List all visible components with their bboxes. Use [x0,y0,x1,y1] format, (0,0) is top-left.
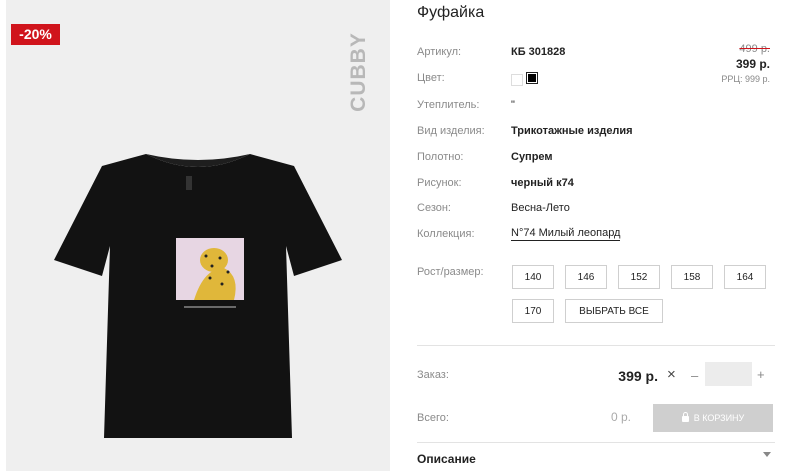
color-swatch-black[interactable] [526,72,538,84]
attr-label-collection: Коллекция: [417,228,475,240]
brand-logo: CUBBY [346,32,372,112]
order-price: 399 р. [618,368,658,384]
price-old: 499 р. [739,43,770,55]
attr-label-season: Сезон: [417,202,451,214]
times-icon: × [667,366,676,383]
attr-label-type: Вид изделия: [417,125,485,137]
attr-label-fabric: Полотно: [417,151,464,163]
size-button-152[interactable]: 152 [618,265,660,289]
brand-logo-text: CUBBY [347,32,370,112]
attr-value-article: КБ 301828 [511,46,566,58]
price-rrc: РРЦ: 999 р. [721,74,770,84]
attr-value-type: Трикотажные изделия [511,125,633,137]
cart-lock-icon [681,412,689,422]
chevron-down-icon[interactable] [763,452,771,457]
total-label: Всего: [417,412,449,424]
size-button-170[interactable]: 170 [512,299,554,323]
size-button-140[interactable]: 140 [512,265,554,289]
discount-badge: -20% [11,24,60,45]
attr-label-insulation: Утеплитель: [417,99,480,111]
attr-value-season: Весна-Лето [511,202,570,214]
sizes-label: Рост/размер: [417,266,484,278]
add-to-cart-label: В КОРЗИНУ [693,413,745,423]
collection-link[interactable]: N°74 Милый леопард [511,227,621,241]
divider [417,345,775,346]
select-all-sizes-button[interactable]: ВЫБРАТЬ ВСЕ [565,299,663,323]
divider [417,442,775,443]
size-button-146[interactable]: 146 [565,265,607,289]
add-to-cart-button[interactable]: В КОРЗИНУ [653,404,773,432]
description-toggle[interactable]: Описание [417,452,476,466]
color-swatch-white[interactable] [511,74,523,86]
order-label: Заказ: [417,369,449,381]
attr-value-insulation: " [511,99,515,111]
size-button-158[interactable]: 158 [671,265,713,289]
attr-label-article: Артикул: [417,46,462,58]
attr-label-pattern: Рисунок: [417,177,462,189]
product-image-panel[interactable]: -20% CUBBY [6,0,390,471]
quantity-decrease-button[interactable]: – [691,368,698,383]
attr-value-pattern: черный к74 [511,177,574,189]
attr-label-color: Цвет: [417,72,445,84]
price-current: 399 р. [735,57,770,71]
attr-value-fabric: Супрем [511,151,553,163]
product-title: Фуфайка [417,4,485,21]
quantity-increase-button[interactable]: + [757,367,765,382]
size-button-164[interactable]: 164 [724,265,766,289]
product-photo [54,154,342,438]
total-value: 0 р. [611,410,632,424]
quantity-input[interactable] [705,362,752,386]
